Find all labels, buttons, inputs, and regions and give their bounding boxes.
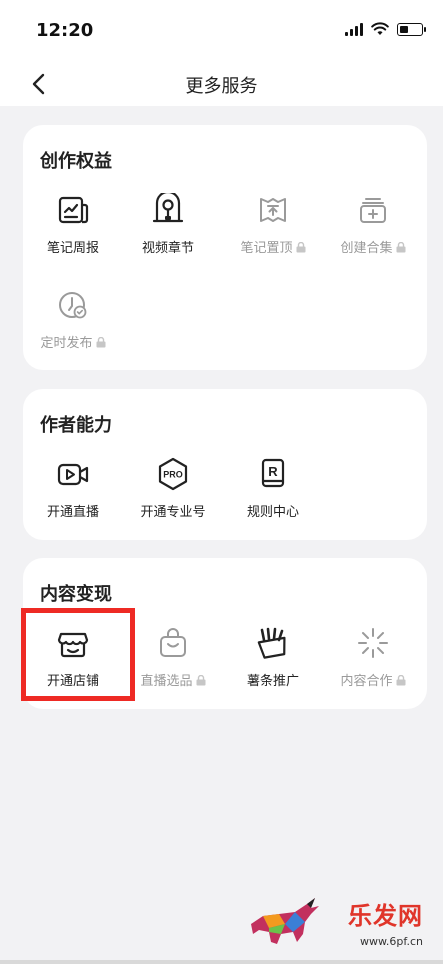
service-pin-top[interactable]: 笔记置顶 (223, 193, 323, 273)
service-label: 定时发布 (40, 336, 93, 351)
wifi-icon (371, 22, 389, 35)
service-label: 规则中心 (246, 505, 299, 520)
service-label: 笔记置顶 (240, 241, 293, 256)
cellular-signal-icon (345, 22, 363, 36)
status-icons (345, 22, 426, 36)
collection-add-icon (360, 198, 386, 223)
service-label: 内容合作 (340, 674, 393, 689)
sparkle-icon (358, 628, 388, 658)
service-video-chapter[interactable]: 视频章节 (118, 193, 218, 273)
watermark-url: www.6pf.cn (359, 935, 423, 948)
weekly-report-icon (58, 196, 89, 224)
service-label: 开通专业号 (140, 505, 206, 520)
service-collection-add[interactable]: 创建合集 (323, 193, 423, 273)
lock-icon (196, 675, 205, 686)
service-content-cooperation[interactable]: 内容合作 (323, 626, 423, 706)
service-label: 薯条推广 (246, 674, 299, 689)
nav-bar: 更多服务 (0, 62, 443, 106)
service-scheduled-publish[interactable]: 定时发布 (23, 288, 123, 368)
service-label: 视频章节 (141, 241, 194, 256)
battery-icon (397, 22, 426, 36)
pin-top-icon (260, 198, 286, 222)
section-creator-benefits: 创作权益 笔记周报 视频章节 笔记置顶 创建合集 定时发布 (23, 125, 427, 370)
service-open-live[interactable]: 开通直播 (23, 457, 123, 537)
lock-icon (396, 675, 405, 686)
lock-icon (296, 242, 305, 253)
section-title: 作者能力 (40, 415, 112, 436)
service-live-selection[interactable]: 直播选品 (123, 626, 223, 706)
highlight-box (21, 608, 135, 701)
shopping-bag-icon (160, 628, 186, 657)
service-label: 直播选品 (140, 674, 193, 689)
service-label: 开通直播 (46, 505, 99, 520)
video-chapter-icon (152, 193, 184, 223)
page-title: 更多服务 (185, 76, 258, 97)
service-fries-promotion[interactable]: 薯条推广 (223, 626, 323, 706)
rules-icon-text: R (268, 464, 278, 479)
watermark-text: 乐发网 (348, 901, 423, 930)
section-title: 内容变现 (40, 584, 112, 605)
bull-logo-icon (251, 898, 319, 944)
scheduled-publish-icon (59, 292, 87, 319)
lock-icon (96, 337, 105, 348)
pro-badge-text: PRO (163, 470, 183, 480)
section-author-abilities: 作者能力 开通直播 PRO 开通专业号 R 规则中心 (23, 389, 427, 540)
status-time: 12:20 (36, 20, 94, 41)
service-weekly-report[interactable]: 笔记周报 (23, 193, 123, 273)
pro-badge-icon: PRO (158, 457, 188, 491)
service-rules-center[interactable]: R 规则中心 (223, 457, 323, 537)
rules-icon: R (261, 458, 285, 488)
watermark: 乐发网 www.6pf.cn (245, 892, 435, 952)
fries-promo-icon (257, 627, 286, 659)
live-video-icon (57, 463, 89, 486)
service-open-pro-account[interactable]: PRO 开通专业号 (123, 457, 223, 537)
bottom-divider (0, 960, 443, 964)
service-label: 创建合集 (340, 241, 393, 256)
section-title: 创作权益 (40, 151, 112, 172)
service-label: 笔记周报 (46, 241, 99, 256)
status-bar: 12:20 (0, 0, 443, 62)
lock-icon (396, 242, 405, 253)
